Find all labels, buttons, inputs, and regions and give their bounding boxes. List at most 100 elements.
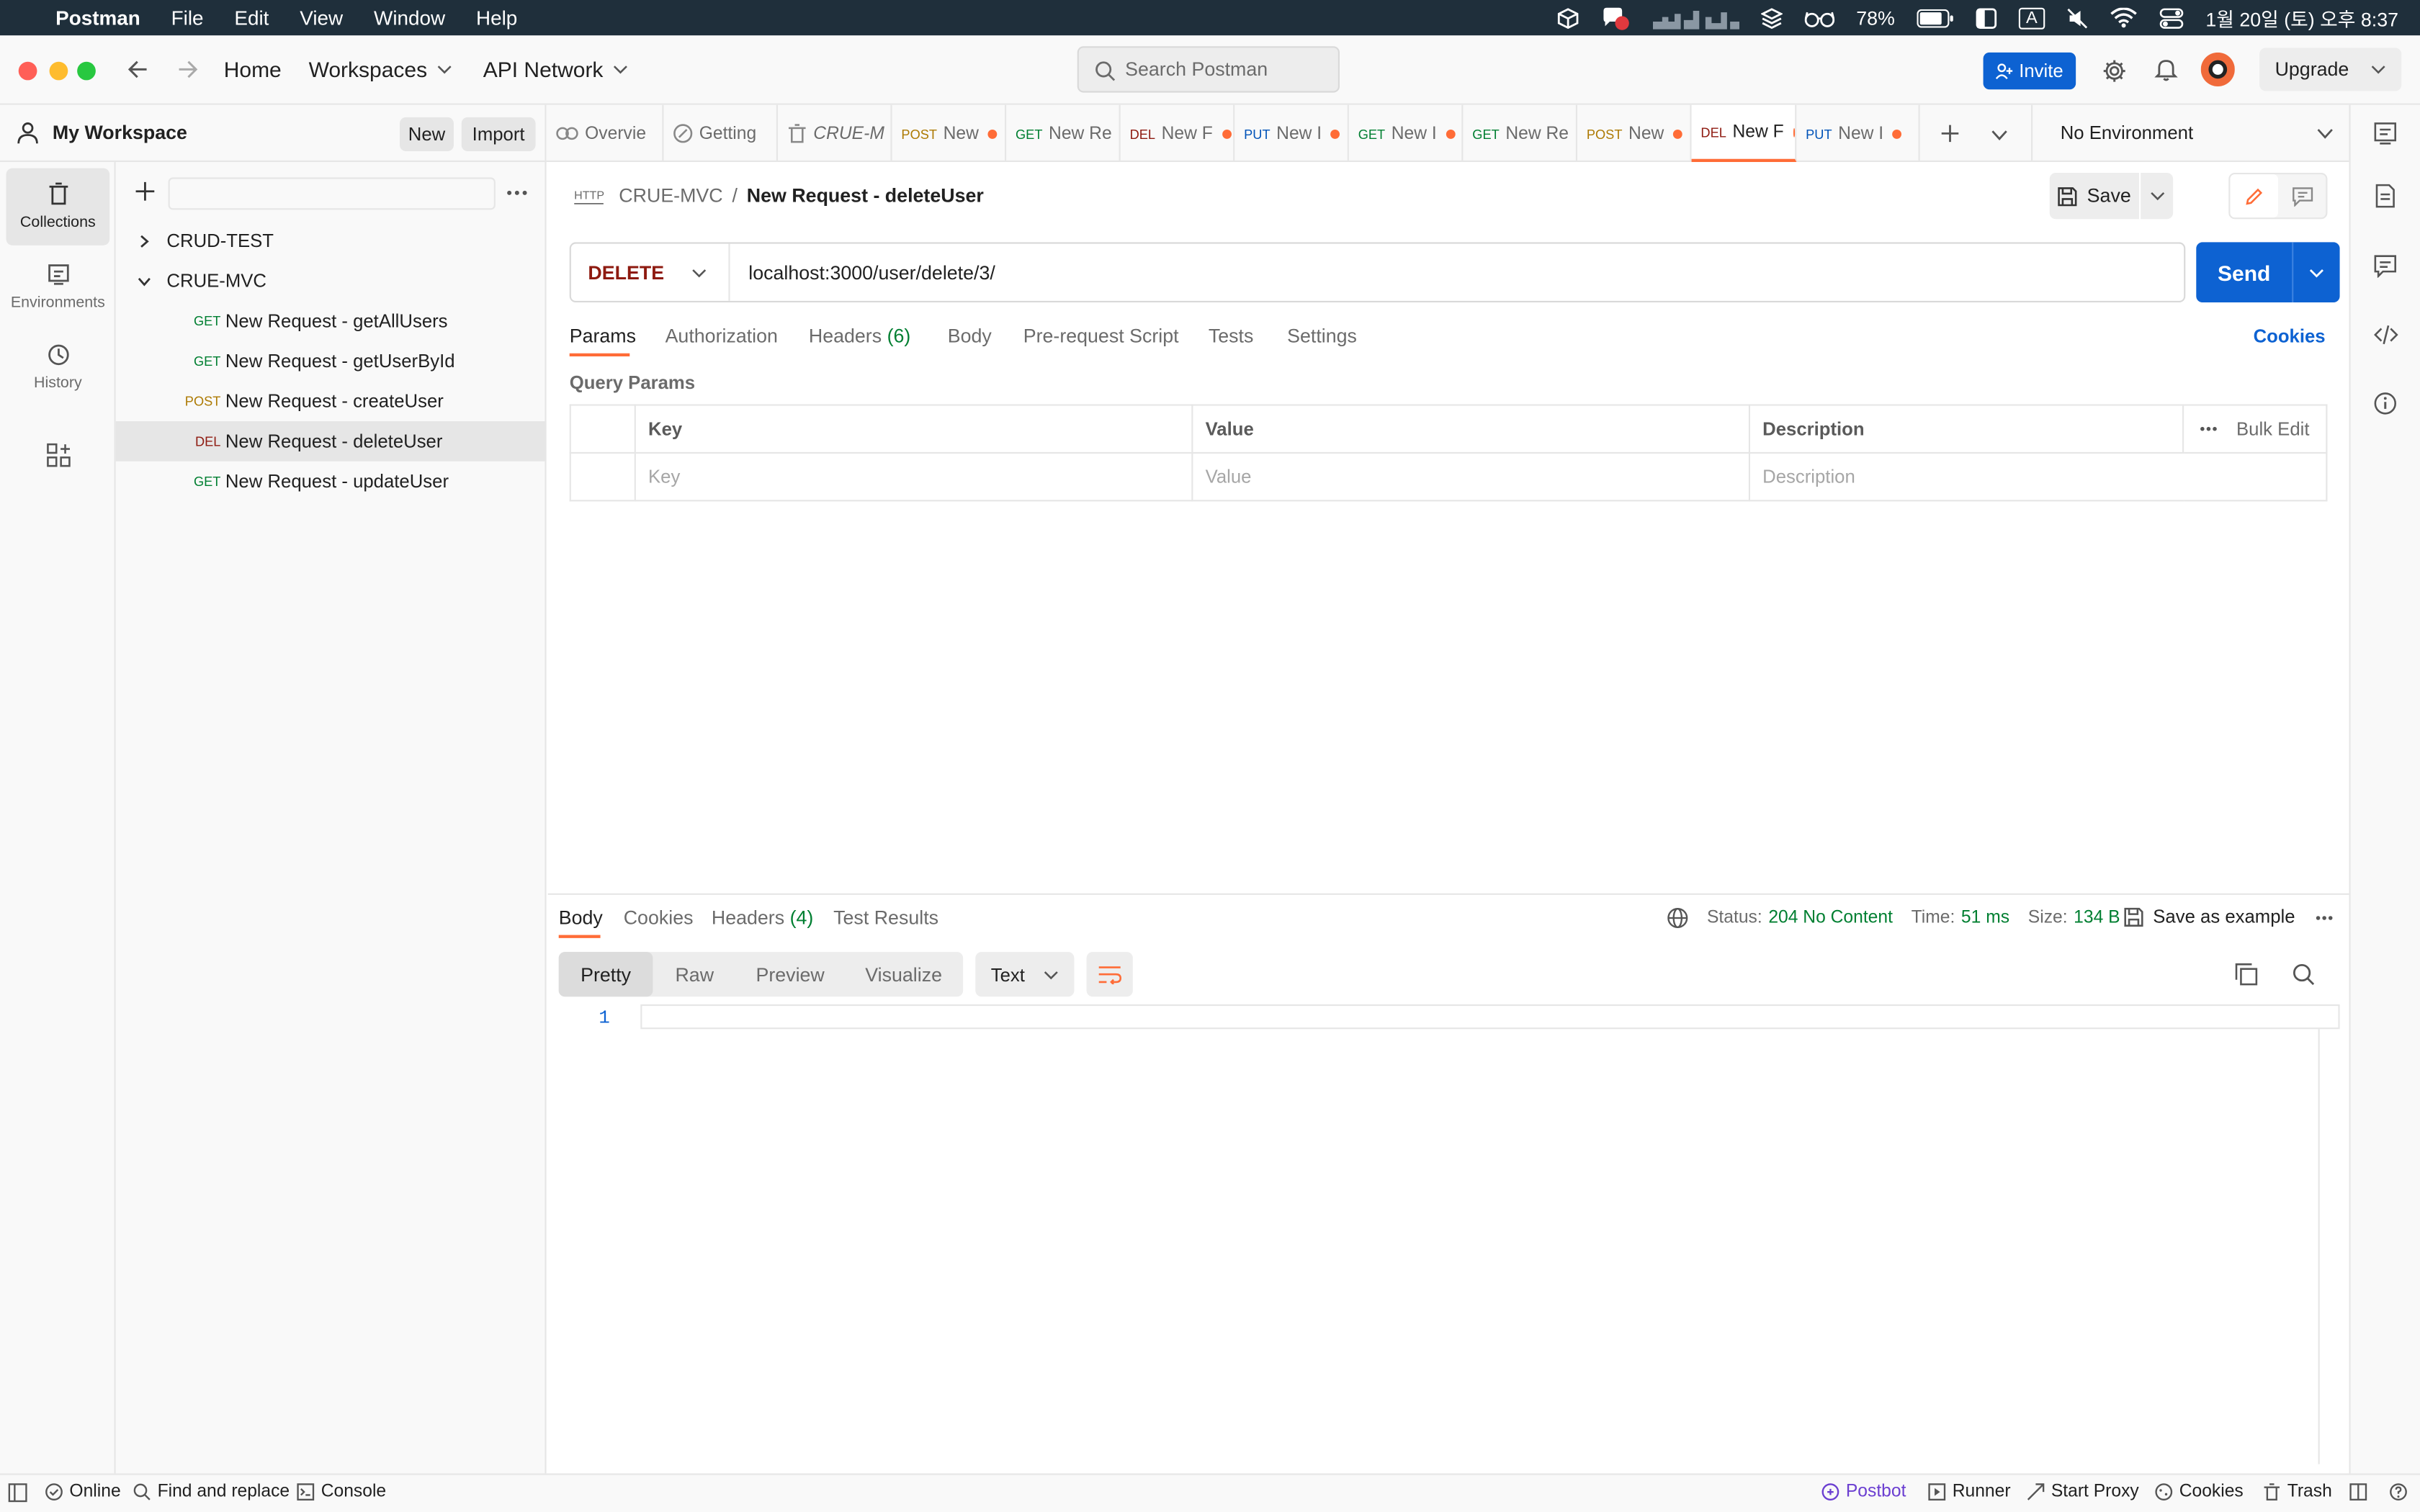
upgrade-button[interactable]: Upgrade bbox=[2259, 48, 2402, 91]
battery-icon[interactable] bbox=[1916, 8, 1953, 27]
two-pane-view-icon[interactable] bbox=[2349, 1482, 2367, 1501]
forward-arrow-icon[interactable] bbox=[177, 58, 199, 80]
edit-mode-button[interactable] bbox=[2230, 174, 2278, 218]
comments-icon[interactable] bbox=[2374, 255, 2397, 278]
tab-settings[interactable]: Settings bbox=[1287, 325, 1357, 347]
tab-body[interactable]: Body bbox=[948, 325, 992, 347]
tab-put-new-request[interactable]: PUT New I bbox=[1234, 104, 1349, 162]
workspace-name[interactable]: My Workspace bbox=[53, 122, 187, 143]
tab-tests[interactable]: Tests bbox=[1209, 325, 1254, 347]
tab-overview[interactable]: Overvie bbox=[547, 104, 664, 162]
request-title[interactable]: New Request - deleteUser bbox=[747, 185, 984, 207]
save-button[interactable]: Save bbox=[2050, 173, 2139, 219]
menu-help[interactable]: Help bbox=[476, 6, 517, 30]
save-as-example-button[interactable]: Save as example bbox=[2124, 906, 2295, 927]
glasses-status-icon[interactable] bbox=[1803, 9, 1834, 27]
key-input[interactable]: Key bbox=[634, 451, 1193, 502]
tab-authorization[interactable]: Authorization bbox=[666, 325, 778, 347]
search-response-icon[interactable] bbox=[2292, 963, 2315, 986]
configure-sidebar-icon[interactable] bbox=[46, 443, 71, 467]
view-preview[interactable]: Preview bbox=[736, 952, 844, 996]
view-pretty[interactable]: Pretty bbox=[558, 952, 653, 997]
menu-window[interactable]: Window bbox=[374, 6, 445, 30]
cookies-button[interactable]: Cookies bbox=[2154, 1482, 2244, 1501]
method-selector[interactable]: DELETE bbox=[571, 243, 730, 301]
more-options-icon[interactable] bbox=[506, 190, 528, 197]
comment-mode-button[interactable] bbox=[2278, 174, 2326, 217]
response-tab-body[interactable]: Body bbox=[559, 907, 603, 929]
documentation-icon[interactable] bbox=[2375, 184, 2396, 208]
tab-del-new-request-active[interactable]: DEL New F bbox=[1691, 104, 1797, 162]
tab-post-new-request-2[interactable]: POST New bbox=[1577, 104, 1692, 162]
collection-crue-mvc[interactable]: CRUE-MVC bbox=[116, 261, 547, 301]
request-item-deleteuser[interactable]: DEL New Request - deleteUser bbox=[115, 421, 547, 462]
response-tab-test-results[interactable]: Test Results bbox=[833, 907, 938, 929]
chat-status-icon[interactable] bbox=[1600, 6, 1631, 30]
code-snippet-icon[interactable] bbox=[2374, 324, 2398, 346]
response-more-icon[interactable] bbox=[2315, 915, 2334, 922]
box-status-icon[interactable] bbox=[1557, 7, 1579, 29]
skyline-status-icon[interactable] bbox=[1652, 7, 1739, 29]
tab-params[interactable]: Params bbox=[570, 325, 636, 347]
menu-edit[interactable]: Edit bbox=[234, 6, 269, 30]
time-value[interactable]: 51 ms bbox=[1961, 909, 2009, 927]
request-item-updateuser[interactable]: GET New Request - updateUser bbox=[116, 462, 547, 502]
response-tab-headers[interactable]: Headers (4) bbox=[712, 907, 813, 929]
sidebar-item-collections[interactable]: Collections bbox=[6, 168, 110, 246]
input-mode-indicator[interactable]: A bbox=[2018, 6, 2045, 29]
new-button[interactable]: New bbox=[400, 117, 454, 151]
pane-divider[interactable] bbox=[547, 893, 2349, 895]
trash-button[interactable]: Trash bbox=[2262, 1482, 2332, 1501]
wifi-icon[interactable] bbox=[2110, 7, 2138, 28]
globe-icon[interactable] bbox=[1667, 907, 1688, 929]
request-item-getallusers[interactable]: GET New Request - getAllUsers bbox=[116, 301, 547, 341]
find-and-replace-button[interactable]: Find and replace bbox=[133, 1482, 290, 1501]
copy-icon[interactable] bbox=[2235, 963, 2258, 986]
request-item-createuser[interactable]: POST New Request - createUser bbox=[116, 381, 547, 421]
search-input[interactable]: Search Postman bbox=[1077, 46, 1340, 93]
help-icon[interactable] bbox=[2389, 1482, 2408, 1501]
response-tab-cookies[interactable]: Cookies bbox=[624, 907, 694, 929]
tab-headers[interactable]: Headers (6) bbox=[809, 325, 910, 347]
value-input[interactable]: Value bbox=[1191, 451, 1750, 502]
collection-crud-test[interactable]: CRUD-TEST bbox=[116, 220, 547, 261]
sidebar-item-environments[interactable]: Environments bbox=[6, 248, 110, 325]
toggle-sidebar-icon[interactable] bbox=[8, 1482, 28, 1503]
tab-put-new-request-2[interactable]: PUT New I bbox=[1796, 104, 1920, 162]
zoom-window-button[interactable] bbox=[77, 61, 96, 81]
postbot-button[interactable]: Postbot bbox=[1821, 1482, 1906, 1501]
tab-post-new-request[interactable]: POST New bbox=[892, 104, 1007, 162]
notification-bell-icon[interactable] bbox=[2154, 57, 2178, 81]
invite-button[interactable]: Invite bbox=[1983, 52, 2076, 90]
info-icon[interactable] bbox=[2374, 392, 2397, 415]
tab-get-new-request-3[interactable]: GET New Re bbox=[1463, 104, 1577, 162]
url-input[interactable]: localhost:3000/user/delete/3/ bbox=[730, 261, 2184, 283]
console-button[interactable]: Console bbox=[296, 1482, 386, 1501]
user-avatar[interactable] bbox=[2200, 52, 2235, 86]
size-value[interactable]: 134 B bbox=[2074, 909, 2120, 927]
workspaces-menu[interactable]: Workspaces bbox=[309, 57, 452, 82]
layers-status-icon[interactable] bbox=[1760, 7, 1783, 29]
description-input[interactable]: Description bbox=[1748, 451, 2328, 502]
wrap-lines-button[interactable] bbox=[1086, 952, 1133, 997]
tab-getting-started[interactable]: Getting bbox=[663, 104, 778, 162]
menu-app-name[interactable]: Postman bbox=[55, 6, 140, 30]
status-value[interactable]: 204 No Content bbox=[1768, 909, 1893, 927]
view-raw[interactable]: Raw bbox=[653, 952, 736, 996]
runner-button[interactable]: Runner bbox=[1927, 1482, 2011, 1501]
environment-selector[interactable]: No Environment bbox=[2031, 104, 2349, 162]
more-horizontal-icon[interactable] bbox=[2200, 426, 2218, 432]
editor-scrollbar-track[interactable] bbox=[2318, 1029, 2320, 1464]
request-item-getuserbyid[interactable]: GET New Request - getUserById bbox=[116, 341, 547, 382]
api-network-menu[interactable]: API Network bbox=[483, 57, 628, 82]
back-arrow-icon[interactable] bbox=[127, 58, 148, 80]
menu-view[interactable]: View bbox=[300, 6, 343, 30]
view-visualize[interactable]: Visualize bbox=[844, 952, 963, 996]
home-link[interactable]: Home bbox=[224, 57, 282, 81]
save-options-button[interactable] bbox=[2139, 173, 2173, 220]
online-status[interactable]: Online bbox=[45, 1482, 121, 1501]
menu-file[interactable]: File bbox=[171, 6, 204, 30]
cookies-link[interactable]: Cookies bbox=[2254, 325, 2326, 347]
minimize-window-button[interactable] bbox=[49, 61, 68, 81]
tab-get-new-request[interactable]: GET New Re bbox=[1006, 104, 1121, 162]
